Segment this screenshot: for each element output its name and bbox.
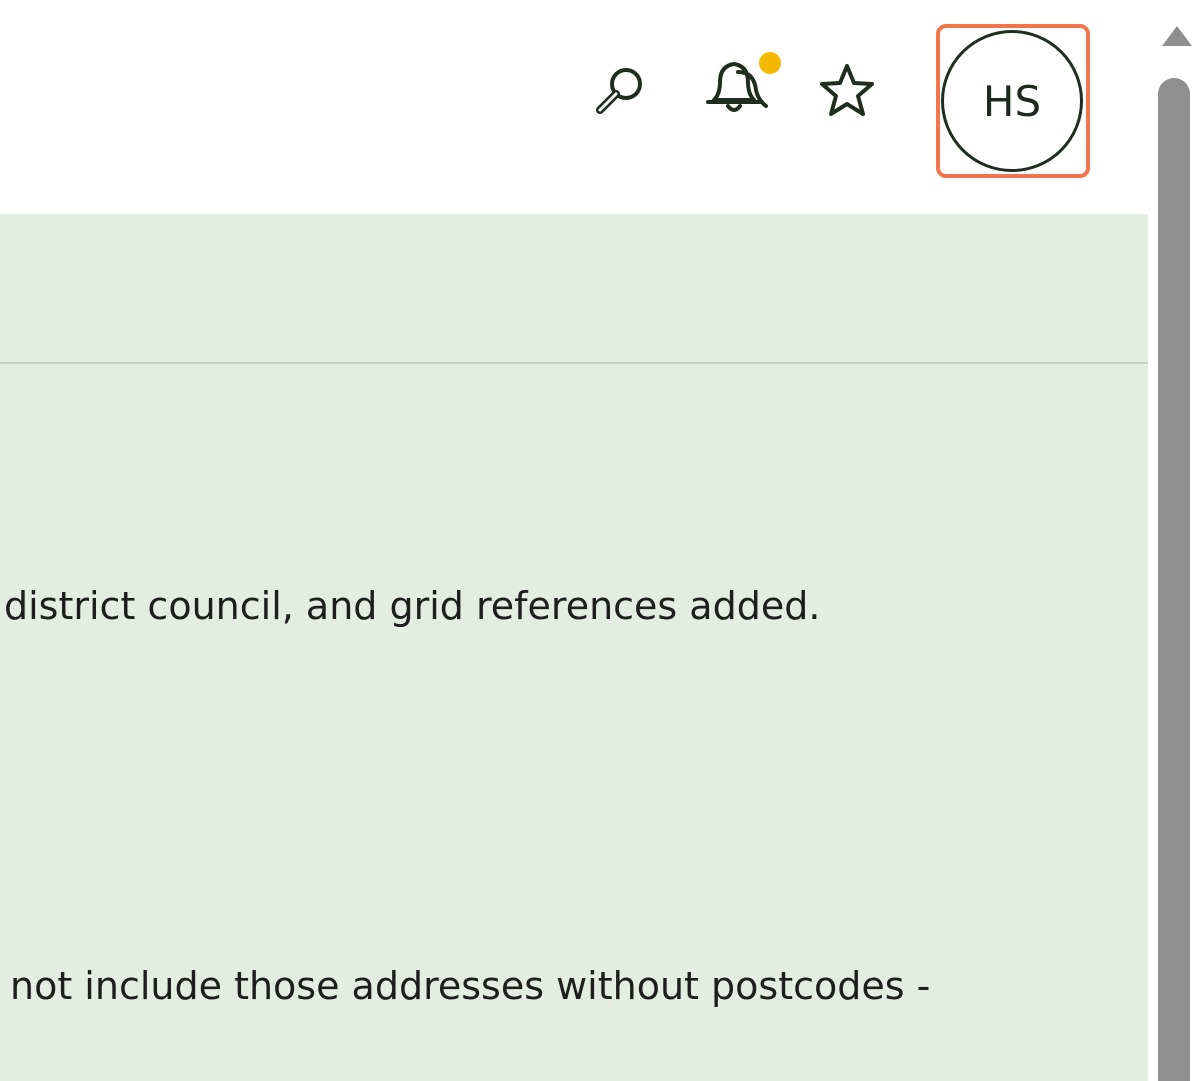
- vertical-scrollbar[interactable]: [1148, 0, 1200, 1081]
- content-text-line: district council, and grid references ad…: [4, 584, 821, 628]
- content-panel: district council, and grid references ad…: [0, 214, 1148, 1081]
- page: HS district council, and grid references…: [0, 0, 1200, 1081]
- scroll-up-arrow-icon[interactable]: [1162, 26, 1192, 46]
- section-divider: [0, 362, 1148, 364]
- top-header: HS: [0, 0, 1148, 214]
- star-icon[interactable]: [814, 60, 880, 122]
- user-avatar-button[interactable]: HS: [941, 30, 1083, 172]
- notification-dot: [756, 49, 784, 77]
- scrollbar-thumb[interactable]: [1158, 78, 1190, 1081]
- content-text-line: not include those addresses without post…: [10, 964, 931, 1008]
- search-icon[interactable]: [590, 58, 654, 122]
